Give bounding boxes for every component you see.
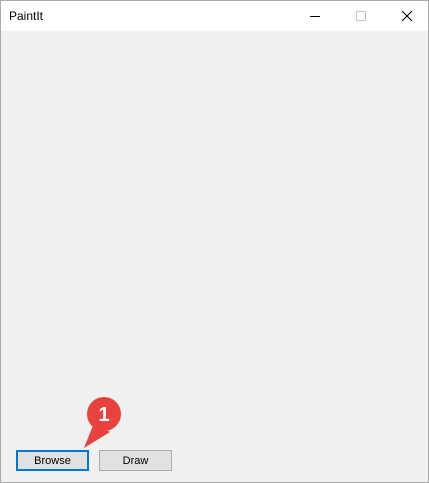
- draw-button[interactable]: Draw: [99, 450, 172, 471]
- form-client-area: [1, 31, 428, 482]
- close-button[interactable]: [384, 1, 429, 31]
- maximize-button: [338, 1, 384, 31]
- step-callout-badge: 1: [84, 397, 121, 448]
- app-window: PaintIt: [0, 0, 429, 483]
- maximize-icon: [356, 11, 366, 21]
- minimize-icon: [310, 16, 320, 17]
- close-icon: [401, 10, 413, 22]
- callout-number: 1: [98, 404, 109, 426]
- browse-button[interactable]: Browse: [16, 450, 89, 471]
- title-bar[interactable]: PaintIt: [1, 1, 428, 31]
- minimize-button[interactable]: [292, 1, 338, 31]
- window-title: PaintIt: [9, 9, 44, 23]
